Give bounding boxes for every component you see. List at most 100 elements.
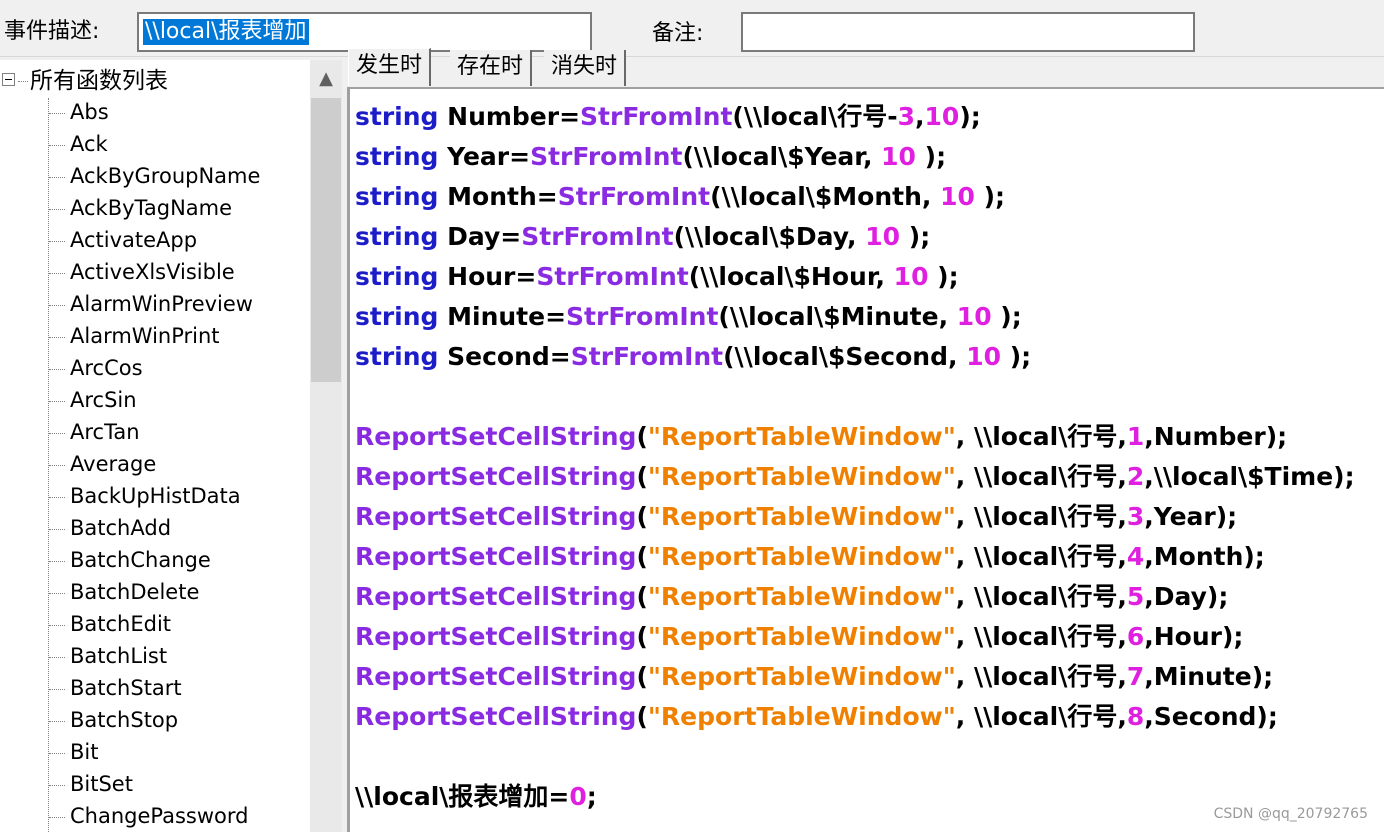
code-line: string Month=StrFromInt(\\local\$Month, …: [355, 177, 1355, 217]
code-token-plain: ,Number);: [1144, 422, 1288, 451]
function-list-item[interactable]: ArcTan: [48, 417, 260, 449]
code-token-plain: Month=: [438, 182, 558, 211]
tree-root[interactable]: 所有函数列表: [2, 66, 168, 96]
code-token-plain: ,Month);: [1144, 542, 1265, 571]
code-token-func: ReportSetCellString: [355, 422, 637, 451]
function-list-item[interactable]: AckByGroupName: [48, 161, 260, 193]
code-token-plain: ,\\local\$Time);: [1144, 462, 1355, 491]
code-token-plain: (\\local\$Month,: [710, 182, 941, 211]
function-list-item[interactable]: AlarmWinPreview: [48, 289, 260, 321]
function-list-item[interactable]: Bit: [48, 737, 260, 769]
scroll-up-arrow-icon[interactable]: ▲: [310, 60, 342, 96]
code-token-plain: (: [636, 422, 648, 451]
code-token-keyword: string: [355, 142, 439, 171]
code-token-str: "ReportTableWindow": [647, 702, 956, 731]
code-token-plain: , \\local\行号,: [955, 462, 1127, 491]
code-token-plain: Minute=: [438, 302, 567, 331]
code-token-plain: , \\local\行号,: [955, 702, 1127, 731]
code-token-str: "ReportTableWindow": [647, 462, 956, 491]
code-line: ReportSetCellString("ReportTableWindow",…: [355, 457, 1355, 497]
code-token-plain: );: [959, 102, 981, 131]
code-token-plain: (\\local\$Minute,: [718, 302, 957, 331]
code-token-plain: ,Day);: [1144, 582, 1229, 611]
tab-exist[interactable]: 存在时: [450, 50, 533, 86]
tree-root-label: 所有函数列表: [30, 68, 168, 94]
code-token-func: StrFromInt: [566, 302, 719, 331]
function-list-item[interactable]: BatchList: [48, 641, 260, 673]
function-list-item[interactable]: BatchStart: [48, 673, 260, 705]
code-token-plain: , \\local\行号,: [955, 422, 1127, 451]
code-line: ReportSetCellString("ReportTableWindow",…: [355, 577, 1355, 617]
tab-disappear[interactable]: 消失时: [544, 50, 627, 86]
function-list-item[interactable]: ArcCos: [48, 353, 260, 385]
function-list-item[interactable]: AlarmWinPrint: [48, 321, 260, 353]
code-token-plain: (: [636, 462, 648, 491]
code-token-str: "ReportTableWindow": [647, 502, 956, 531]
code-line: string Hour=StrFromInt(\\local\$Hour, 10…: [355, 257, 1355, 297]
function-list-item[interactable]: BatchDelete: [48, 577, 260, 609]
code-token-plain: , \\local\行号,: [955, 542, 1127, 571]
code-line: string Year=StrFromInt(\\local\$Year, 10…: [355, 137, 1355, 177]
note-input[interactable]: [741, 12, 1195, 52]
function-list-item[interactable]: Abs: [48, 97, 260, 129]
function-list-item[interactable]: BatchEdit: [48, 609, 260, 641]
event-header: 事件描述: \\local\报表增加 备注:: [0, 0, 1384, 57]
code-token-num: 10: [881, 142, 916, 171]
code-token-plain: Year=: [438, 142, 531, 171]
code-lines: string Number=StrFromInt(\\local\行号-3,10…: [355, 97, 1355, 817]
code-token-plain: ,Minute);: [1144, 662, 1274, 691]
function-list-item[interactable]: Ack: [48, 129, 260, 161]
function-list-item[interactable]: ActivateApp: [48, 225, 260, 257]
function-list-item[interactable]: BackUpHistData: [48, 481, 260, 513]
function-list-item[interactable]: BitSet: [48, 769, 260, 801]
code-line: string Number=StrFromInt(\\local\行号-3,10…: [355, 97, 1355, 137]
code-token-num: 10: [893, 262, 929, 291]
code-token-num: 7: [1126, 662, 1145, 691]
collapse-icon[interactable]: [2, 73, 15, 86]
function-list-item[interactable]: BatchChange: [48, 545, 260, 577]
code-token-func: ReportSetCellString: [355, 462, 637, 491]
code-token-str: "ReportTableWindow": [647, 422, 956, 451]
code-token-num: 10: [924, 102, 960, 131]
code-token-keyword: string: [355, 222, 439, 251]
watermark: CSDN @qq_20792765: [1213, 806, 1368, 822]
tree-scrollbar[interactable]: ▲: [310, 60, 342, 832]
code-token-plain: (: [636, 702, 648, 731]
code-token-func: StrFromInt: [536, 262, 689, 291]
code-token-plain: (: [636, 502, 648, 531]
code-token-plain: );: [915, 142, 947, 171]
code-line: ReportSetCellString("ReportTableWindow",…: [355, 657, 1355, 697]
code-token-plain: (: [636, 542, 648, 571]
code-token-num: 8: [1126, 702, 1145, 731]
code-token-keyword: string: [355, 262, 439, 291]
scroll-thumb[interactable]: [311, 98, 341, 382]
script-editor[interactable]: string Number=StrFromInt(\\local\行号-3,10…: [347, 87, 1384, 832]
function-list-item[interactable]: ArcSin: [48, 385, 260, 417]
code-token-plain: (: [636, 662, 648, 691]
code-token-keyword: string: [355, 182, 439, 211]
function-list-item[interactable]: Average: [48, 449, 260, 481]
code-line: ReportSetCellString("ReportTableWindow",…: [355, 417, 1355, 457]
function-list-item[interactable]: ActiveXlsVisible: [48, 257, 260, 289]
code-token-plain: (\\local\$Year,: [682, 142, 882, 171]
event-description-input[interactable]: \\local\报表增加: [137, 12, 592, 52]
code-token-plain: );: [900, 222, 931, 251]
tab-occur[interactable]: 发生时: [348, 48, 432, 86]
code-token-func: StrFromInt: [521, 222, 674, 251]
code-token-num: 2: [1126, 462, 1145, 491]
code-line: string Day=StrFromInt(\\local\$Day, 10 )…: [355, 217, 1355, 257]
code-token-func: ReportSetCellString: [355, 662, 637, 691]
code-token-str: "ReportTableWindow": [647, 542, 956, 571]
function-list-item[interactable]: BatchStop: [48, 705, 260, 737]
code-token-func: ReportSetCellString: [355, 702, 637, 731]
function-list-item[interactable]: ChangePassword: [48, 801, 260, 832]
code-token-num: 1: [1126, 422, 1145, 451]
code-token-num: 3: [897, 102, 916, 131]
code-token-plain: ,Hour);: [1144, 622, 1244, 651]
code-token-num: 5: [1126, 582, 1145, 611]
function-list-item[interactable]: AckByTagName: [48, 193, 260, 225]
code-line: ReportSetCellString("ReportTableWindow",…: [355, 697, 1355, 737]
code-token-num: 0: [569, 782, 587, 811]
function-list-item[interactable]: BatchAdd: [48, 513, 260, 545]
